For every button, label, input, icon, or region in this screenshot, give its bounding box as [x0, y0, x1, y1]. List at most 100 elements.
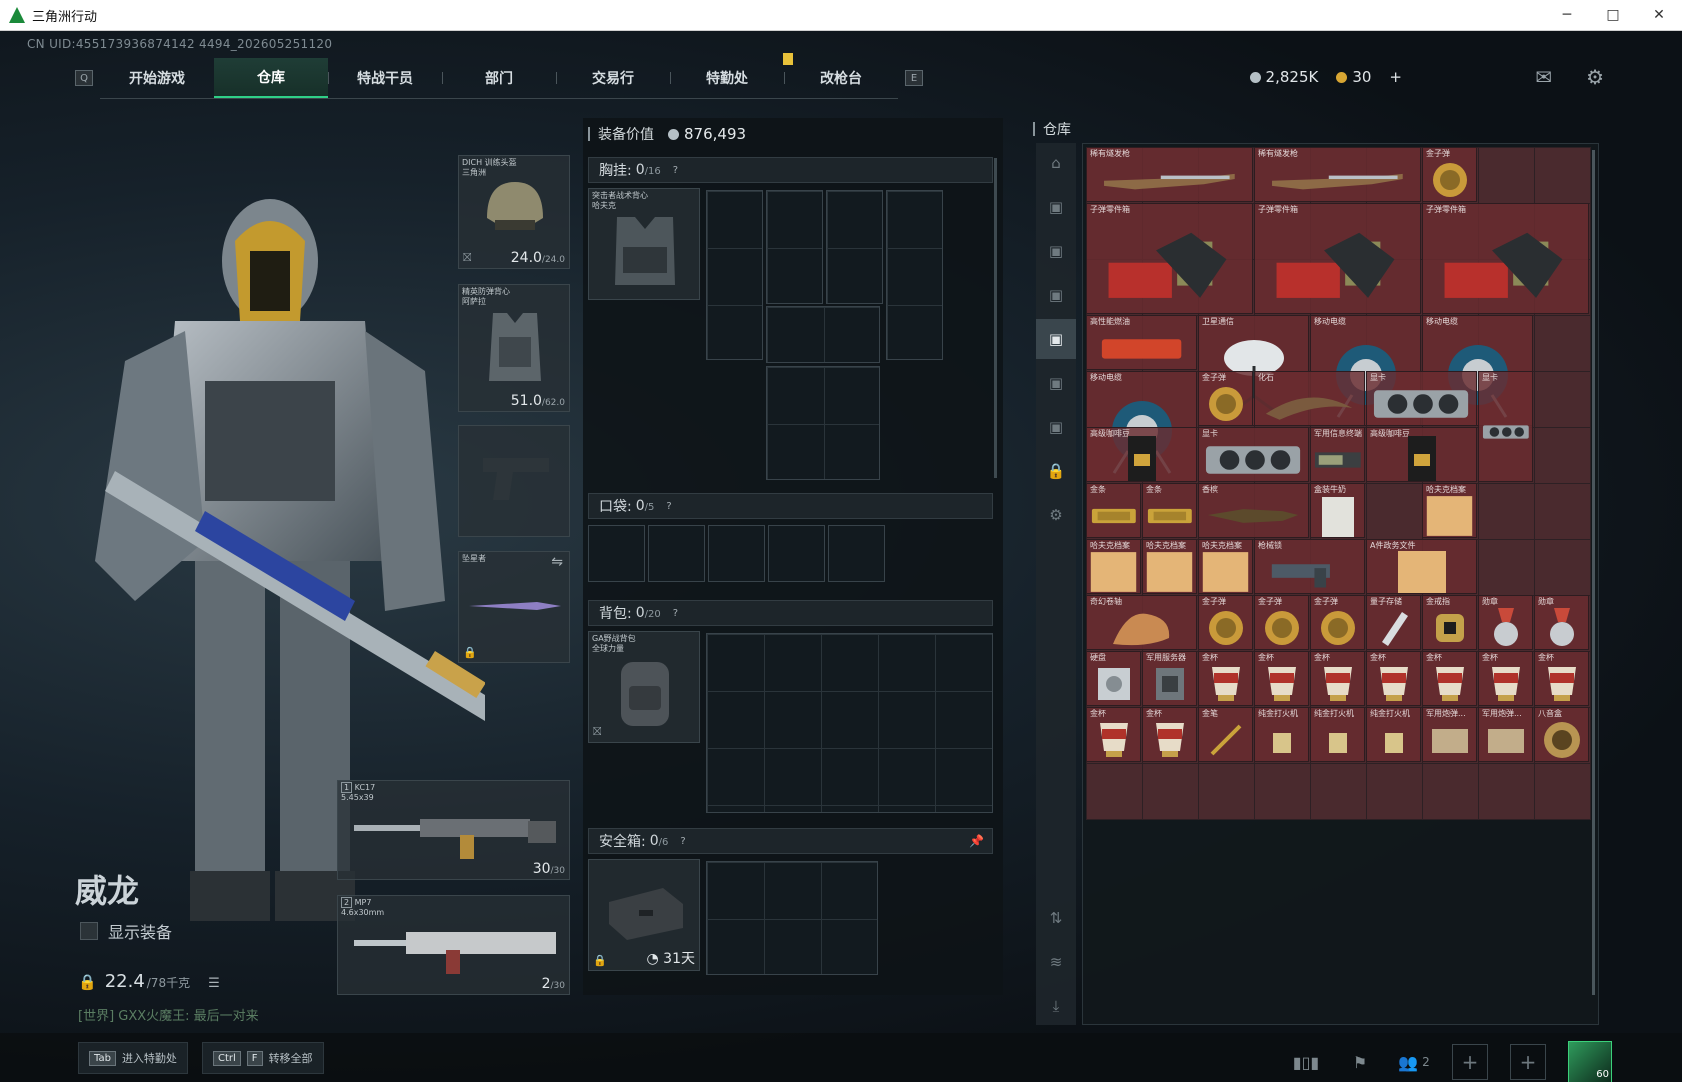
warehouse-item[interactable]: 子弹零件箱 — [1254, 203, 1421, 314]
warehouse-item[interactable]: 哈夫克档案 — [1142, 539, 1197, 594]
mail-icon[interactable]: ✉ — [1535, 65, 1552, 89]
pocket-slot-1[interactable] — [588, 525, 645, 582]
warehouse-item[interactable]: 军用炮弹... — [1478, 707, 1533, 762]
warehouse-item[interactable]: 纯金打火机 — [1310, 707, 1365, 762]
warehouse-item[interactable]: 高级咖啡豆 — [1366, 427, 1477, 482]
warehouse-item[interactable]: 纯金打火机 — [1366, 707, 1421, 762]
show-gear-checkbox[interactable] — [80, 922, 98, 940]
weight-list-icon[interactable]: ☰ — [208, 976, 220, 991]
warehouse-item[interactable]: 盒装牛奶 — [1310, 483, 1365, 538]
show-gear-toggle[interactable]: 显示装备 — [80, 919, 172, 943]
warehouse-item[interactable]: 化石 — [1254, 371, 1365, 426]
nav-tab-6[interactable]: 改枪台 — [784, 58, 898, 98]
warehouse-item[interactable]: 金杯 — [1086, 707, 1141, 762]
warehouse-item[interactable]: 金杯 — [1366, 651, 1421, 706]
warehouse-item[interactable]: 显卡 — [1366, 371, 1477, 426]
nav-tab-0[interactable]: 开始游戏 — [100, 58, 214, 98]
chest-rig-item[interactable]: 突击者战术背心 哈夫克 — [588, 188, 700, 300]
transfer-all-button[interactable]: Ctrl F 转移全部 — [202, 1042, 324, 1074]
armor-slot[interactable]: 精英防弹背心 阿萨拉 51.0/62.0 — [458, 284, 570, 412]
warehouse-item[interactable]: 金杯 — [1534, 651, 1589, 706]
warehouse-item[interactable]: 勋章 — [1478, 595, 1533, 650]
warehouse-scrollbar[interactable] — [1592, 150, 1595, 995]
pockets-help-icon[interactable]: ? — [666, 501, 671, 512]
enter-special-ops-button[interactable]: Tab 进入特勤处 — [78, 1042, 188, 1074]
warehouse-item[interactable]: 军用炮弹... — [1422, 707, 1477, 762]
warehouse-tab-2-icon[interactable]: ▣ — [1036, 231, 1076, 271]
primary-weapon-slot[interactable]: 1 KC17 5.45x39 30/30 — [337, 780, 570, 880]
chest-rig-grid-6[interactable] — [766, 366, 880, 480]
pocket-slot-3[interactable] — [708, 525, 765, 582]
warehouse-item[interactable]: 高级咖啡豆 — [1086, 427, 1197, 482]
warehouse-item[interactable]: A件政务文件 — [1366, 539, 1477, 594]
warehouse-item[interactable]: 子弹零件箱 — [1086, 203, 1253, 314]
warehouse-tab-6-icon[interactable]: ▣ — [1036, 407, 1076, 447]
warehouse-item[interactable]: 纯金打火机 — [1254, 707, 1309, 762]
loadout-scrollbar[interactable] — [994, 158, 997, 478]
close-button[interactable]: ✕ — [1636, 0, 1682, 31]
warehouse-item[interactable]: 量子存储 — [1366, 595, 1421, 650]
pocket-slot-5[interactable] — [828, 525, 885, 582]
chest-rig-grid-4[interactable] — [886, 190, 943, 360]
helmet-slot[interactable]: DICH 训练头盔 三角洲 ⛝ 24.0/24.0 — [458, 155, 570, 269]
maximize-button[interactable]: □ — [1590, 0, 1636, 31]
warehouse-item[interactable]: 奇幻卷轴 — [1086, 595, 1197, 650]
warehouse-tab-all-icon[interactable]: ⌂ — [1036, 143, 1076, 183]
warehouse-lock-icon[interactable]: 🔒 — [1036, 451, 1076, 491]
warehouse-item[interactable]: 金条 — [1142, 483, 1197, 538]
warehouse-item[interactable]: 金笔 — [1198, 707, 1253, 762]
warehouse-item[interactable]: 金条 — [1086, 483, 1141, 538]
warehouse-item[interactable]: 哈夫克档案 — [1198, 539, 1253, 594]
warehouse-item[interactable]: 金子弹 — [1422, 147, 1477, 202]
warehouse-item[interactable]: 子弹零件箱 — [1422, 203, 1589, 314]
nav-prev-key[interactable]: Q — [75, 70, 93, 86]
add-currency-button[interactable]: + — [1389, 68, 1402, 86]
warehouse-item[interactable]: 稀有燧发枪 — [1086, 147, 1253, 202]
warehouse-item[interactable]: 金杯 — [1142, 707, 1197, 762]
nav-tab-2[interactable]: 特战干员 — [328, 58, 442, 98]
warehouse-item[interactable]: 稀有燧发枪 — [1254, 147, 1421, 202]
warehouse-item[interactable]: 八音盒 — [1534, 707, 1589, 762]
warehouse-tab-3-icon[interactable]: ▣ — [1036, 275, 1076, 315]
chest-rig-grid-2[interactable] — [766, 190, 823, 304]
warehouse-item[interactable]: 金杯 — [1198, 651, 1253, 706]
flag-icon[interactable]: ⚑ — [1344, 1046, 1376, 1078]
warehouse-tab-5-icon[interactable]: ▣ — [1036, 363, 1076, 403]
warehouse-item[interactable]: 军用服务器 — [1142, 651, 1197, 706]
pistol-slot[interactable] — [458, 425, 570, 537]
warehouse-item[interactable]: 金子弹 — [1310, 595, 1365, 650]
warehouse-item[interactable]: 军用信息终端 — [1310, 427, 1365, 482]
warehouse-tab-4-icon[interactable]: ▣ — [1036, 319, 1076, 359]
warehouse-item[interactable]: 金子弹 — [1198, 371, 1253, 426]
settings-gear-icon[interactable]: ⚙ — [1586, 65, 1604, 89]
secondary-weapon-slot[interactable]: 2 MP7 4.6x30mm 2/30 — [337, 895, 570, 995]
warehouse-item[interactable]: 金子弹 — [1198, 595, 1253, 650]
warehouse-item[interactable]: 金杯 — [1254, 651, 1309, 706]
warehouse-expand-icon[interactable]: ⤓ — [1036, 986, 1076, 1026]
warehouse-item[interactable]: 金杯 — [1310, 651, 1365, 706]
warehouse-item[interactable]: 哈夫克档案 — [1086, 539, 1141, 594]
pin-icon[interactable]: 📌 — [969, 834, 984, 848]
invite-slot-1-plus-icon[interactable]: + — [1452, 1044, 1488, 1080]
warehouse-item[interactable]: 勋章 — [1534, 595, 1589, 650]
safe-box-help-icon[interactable]: ? — [680, 836, 685, 847]
warehouse-settings-icon[interactable]: ⚙ — [1036, 495, 1076, 535]
warehouse-item[interactable]: 显卡 — [1478, 371, 1533, 482]
chest-rig-grid-3[interactable] — [826, 190, 883, 304]
warehouse-sort-icon[interactable]: ⇅ — [1036, 898, 1076, 938]
warehouse-item[interactable]: 金杯 — [1422, 651, 1477, 706]
safe-box-grid[interactable] — [706, 861, 878, 975]
backpack-item[interactable]: GA野战背包 全球力量 ⛝ — [588, 631, 700, 743]
nav-tab-1[interactable]: 仓库 — [214, 57, 328, 98]
melee-swap-icon[interactable]: ⇋ — [551, 554, 563, 570]
nav-tab-5[interactable]: 特勤处 — [670, 58, 784, 98]
safe-box-item[interactable]: 🔒 ◔ 31天 — [588, 859, 700, 971]
world-chat-line[interactable]: [世界] GXX火魔王: 最后一对来 — [78, 1005, 259, 1024]
warehouse-item[interactable]: 香槟 — [1198, 483, 1309, 538]
warehouse-item[interactable]: 金杯 — [1478, 651, 1533, 706]
warehouse-item[interactable]: 金戒指 — [1422, 595, 1477, 650]
pocket-slot-2[interactable] — [648, 525, 705, 582]
minimize-button[interactable]: ─ — [1544, 0, 1590, 31]
chest-rig-grid-5[interactable] — [766, 306, 880, 363]
chest-rig-grid-1[interactable] — [706, 190, 763, 360]
